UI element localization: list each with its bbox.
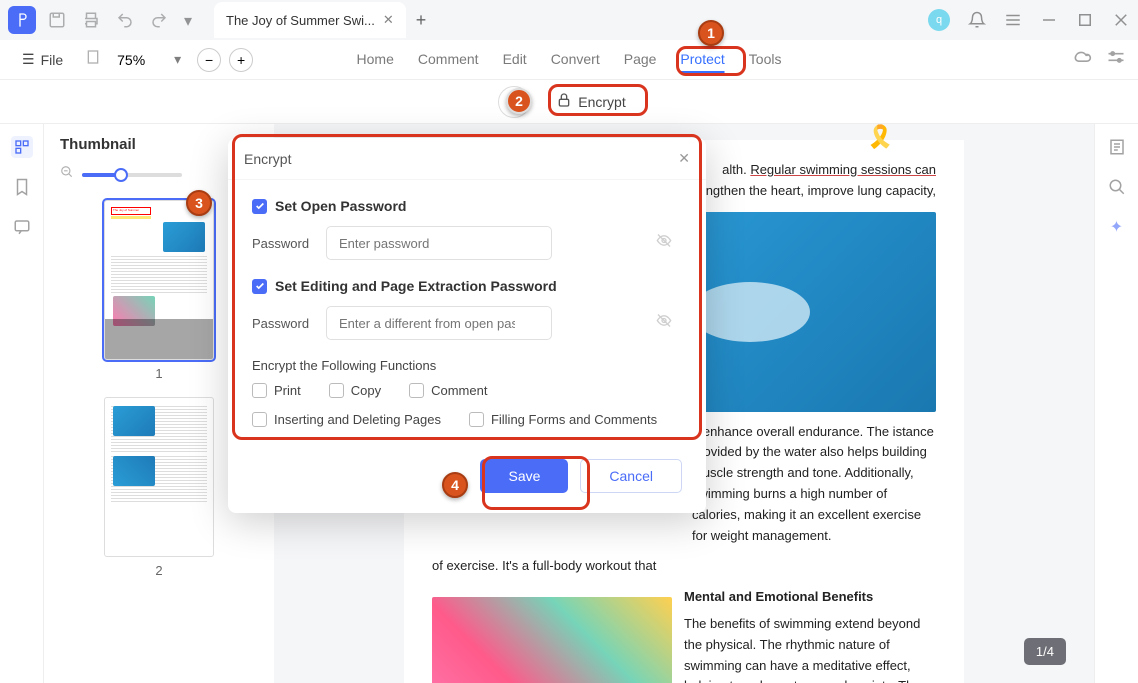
zoom-out-thumb-icon[interactable]: [60, 165, 74, 184]
save-button[interactable]: Save: [480, 459, 568, 493]
bell-icon[interactable]: [968, 11, 986, 29]
encrypt-dialog: Encrypt ✕ Set Open Password Password Set…: [228, 138, 706, 513]
tab-tools[interactable]: Tools: [749, 47, 782, 73]
cancel-button[interactable]: Cancel: [580, 459, 682, 493]
tab-title: The Joy of Summer Swi...: [226, 13, 375, 28]
close-icon[interactable]: ✕: [678, 150, 690, 167]
bookmark-icon[interactable]: [11, 176, 33, 198]
undo-icon[interactable]: [116, 11, 134, 29]
zoom-in-button[interactable]: +: [229, 48, 253, 72]
callout-4: 4: [442, 472, 468, 498]
minimize-icon[interactable]: [1040, 11, 1058, 29]
page-view-icon[interactable]: [85, 49, 101, 70]
print-checkbox[interactable]: [252, 383, 267, 398]
sparkle-icon[interactable]: ✦: [1106, 216, 1128, 238]
page-indicator[interactable]: 1/4: [1024, 638, 1066, 665]
dialog-header: Encrypt ✕: [228, 138, 706, 180]
toolbar: Encrypt: [0, 80, 1138, 124]
search-icon[interactable]: [1106, 176, 1128, 198]
menu-icon[interactable]: [1004, 11, 1022, 29]
thumb-label: 2: [60, 563, 258, 578]
chevron-down-icon[interactable]: ▾: [184, 11, 194, 29]
fill-checkbox[interactable]: [469, 412, 484, 427]
ribbon-icon: 🎗️: [867, 124, 894, 150]
insert-checkbox[interactable]: [252, 412, 267, 427]
zoom-out-button[interactable]: −: [197, 48, 221, 72]
zoom-select[interactable]: 75% ▾: [109, 47, 189, 73]
eye-icon[interactable]: [656, 313, 672, 334]
dialog-title: Encrypt: [244, 151, 291, 167]
set-edit-password-checkbox[interactable]: [252, 279, 267, 294]
copy-checkbox[interactable]: [329, 383, 344, 398]
app-logo[interactable]: [8, 6, 36, 34]
set-open-password-checkbox[interactable]: [252, 199, 267, 214]
comment-icon[interactable]: [11, 216, 33, 238]
chevron-down-icon: ▾: [174, 51, 181, 68]
add-tab-button[interactable]: +: [416, 10, 427, 31]
save-icon[interactable]: [48, 11, 66, 29]
callout-3: 3: [186, 190, 212, 216]
tab-edit[interactable]: Edit: [503, 47, 527, 73]
tab-page[interactable]: Page: [624, 47, 657, 73]
lock-icon: [556, 92, 572, 111]
close-window-icon[interactable]: [1112, 11, 1130, 29]
main-tabs: Home Comment Edit Convert Page Protect Tools: [357, 47, 782, 73]
right-rail: ✦: [1094, 124, 1138, 683]
tab-comment[interactable]: Comment: [418, 47, 479, 73]
thumbnails-icon[interactable]: [11, 136, 33, 158]
thumbnail-zoom-slider[interactable]: [82, 173, 182, 177]
password-label: Password: [252, 236, 312, 251]
tab-protect[interactable]: Protect: [680, 47, 724, 73]
comment-checkbox[interactable]: [409, 383, 424, 398]
cloud-icon[interactable]: [1072, 47, 1092, 72]
tab-convert[interactable]: Convert: [551, 47, 600, 73]
tab-home[interactable]: Home: [357, 47, 394, 73]
menubar: ☰ File 75% ▾ − + Home Comment Edit Convert P…: [0, 40, 1138, 80]
document-tab[interactable]: The Joy of Summer Swi... ✕: [214, 2, 406, 38]
eye-icon[interactable]: [656, 233, 672, 254]
set-edit-password-label: Set Editing and Page Extraction Password: [275, 278, 557, 294]
redo-icon[interactable]: [150, 11, 168, 29]
avatar[interactable]: q: [928, 9, 950, 31]
titlebar: ▾ The Joy of Summer Swi... ✕ + q: [0, 0, 1138, 40]
properties-icon[interactable]: [1106, 136, 1128, 158]
open-password-input[interactable]: [326, 226, 552, 260]
left-rail: [0, 124, 44, 683]
maximize-icon[interactable]: [1076, 11, 1094, 29]
callout-1: 1: [698, 20, 724, 46]
floats-image: [432, 597, 672, 683]
print-icon[interactable]: [82, 11, 100, 29]
hamburger-icon: ☰: [22, 51, 35, 68]
callout-2: 2: [506, 88, 532, 114]
settings-lines-icon[interactable]: [1106, 47, 1126, 72]
edit-password-input[interactable]: [326, 306, 552, 340]
functions-title: Encrypt the Following Functions: [252, 358, 682, 373]
close-icon[interactable]: ✕: [383, 12, 394, 28]
encrypt-button[interactable]: Encrypt: [542, 86, 639, 117]
set-open-password-label: Set Open Password: [275, 198, 406, 214]
file-menu-button[interactable]: ☰ File: [12, 47, 73, 72]
password-label: Password: [252, 316, 312, 331]
